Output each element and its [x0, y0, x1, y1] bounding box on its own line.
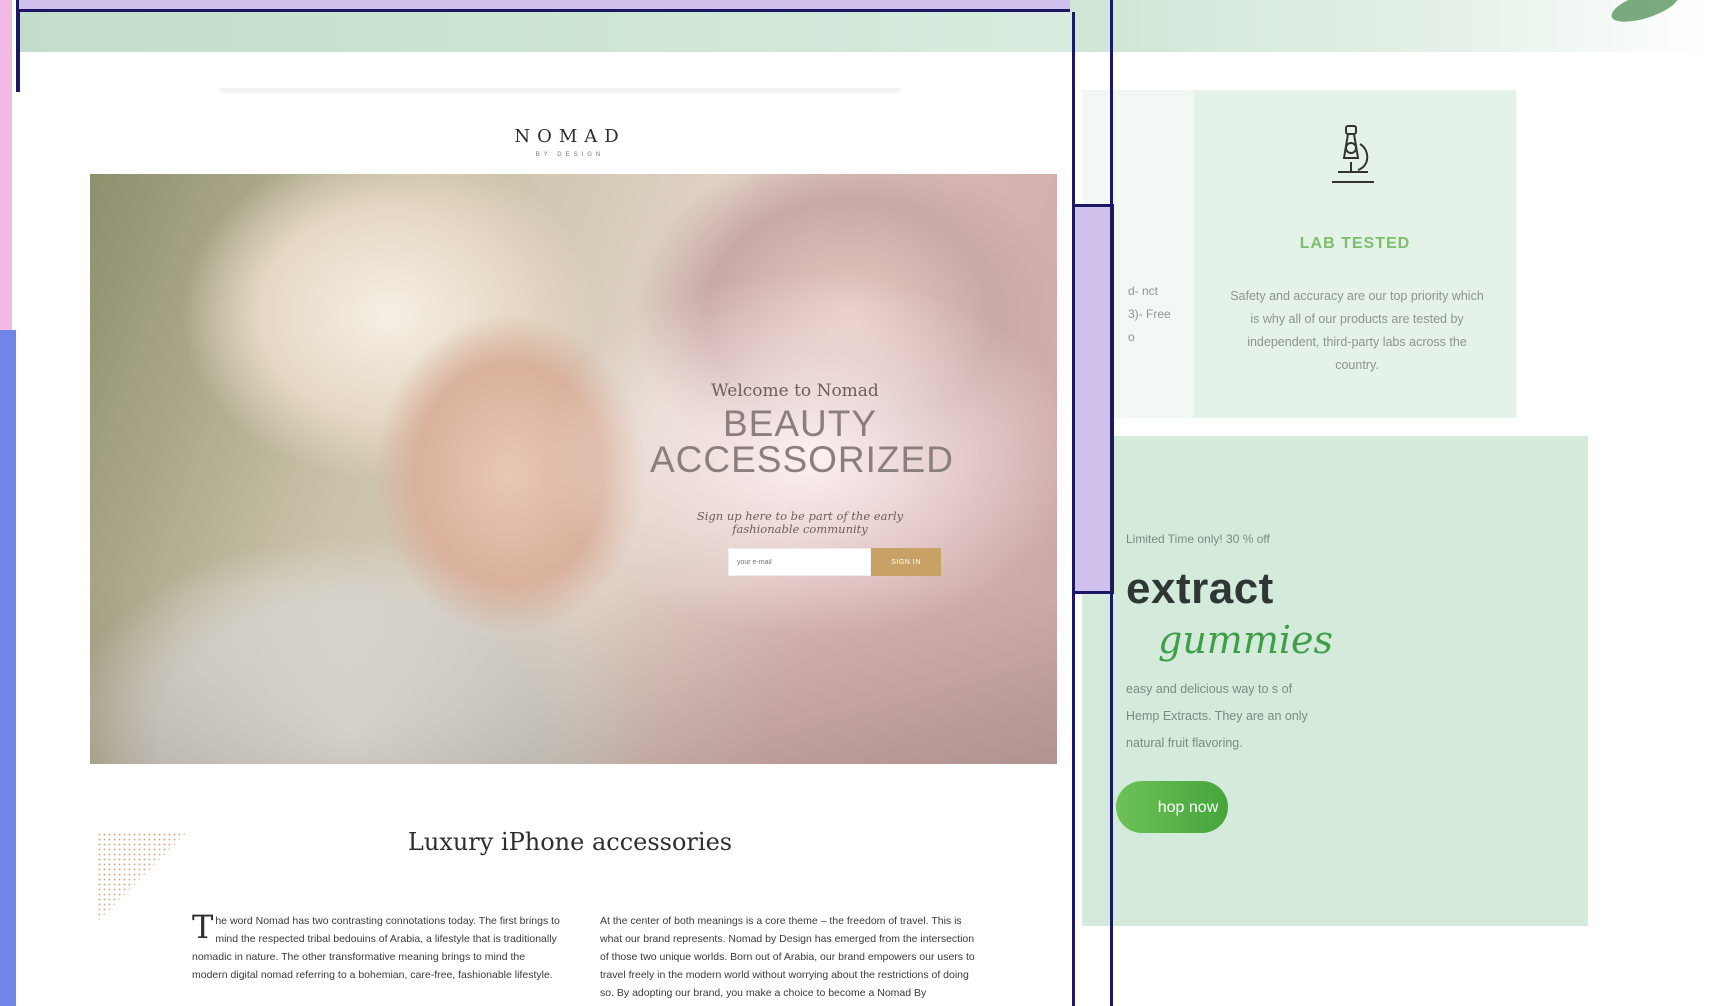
mid-lilac-panel: [1072, 204, 1114, 594]
frame-line-bottom: [1072, 594, 1075, 1006]
left-pink-edge: [0, 0, 12, 330]
hero-title: BEAUTY ACCESSORIZED: [650, 403, 953, 478]
hero-subtitle-line2: fashionable community: [732, 522, 868, 536]
promo-offer-text: Limited Time only! 30 % off: [1126, 532, 1270, 546]
dotted-triangle-decoration: [97, 832, 187, 922]
intro-left-text: he word Nomad has two contrasting connot…: [192, 915, 560, 981]
nomad-page: NOMAD BY DESIGN Welcome to Nomad BEAUTY …: [20, 12, 1072, 1006]
feature-card-lab-tested: LAB TESTED Safety and accuracy are our t…: [1194, 90, 1516, 418]
feature-card-partial-text: d- nct 3)- Free o: [1128, 284, 1171, 344]
top-lilac-bar: [16, 0, 1112, 12]
nomad-logo-subtitle: BY DESIGN: [535, 152, 605, 158]
nomad-logo[interactable]: NOMAD: [490, 126, 650, 147]
sign-in-button[interactable]: SIGN IN: [871, 548, 941, 576]
shop-now-button[interactable]: hop now: [1116, 781, 1228, 833]
hero-banner: Welcome to Nomad BEAUTY ACCESSORIZED Sig…: [90, 174, 1057, 764]
right-product-page: d- nct 3)- Free o LAB TESTED Safety and …: [1070, 0, 1713, 1006]
lab-tested-title: LAB TESTED: [1299, 235, 1411, 252]
promo-description: easy and delicious way to s of Hemp Extr…: [1126, 682, 1308, 750]
promo-card: Limited Time only! 30 % off extract gumm…: [1082, 436, 1588, 926]
left-blue-edge: [0, 330, 16, 1006]
signup-form: SIGN IN: [728, 548, 941, 576]
lab-tested-text: Safety and accuracy are our top priority…: [1230, 289, 1484, 372]
intro-column-right: At the center of both meanings is a core…: [600, 915, 975, 999]
frame-right-line: [1110, 0, 1113, 1006]
hero-title-line1: BEAUTY: [722, 403, 878, 444]
hero-subtitle: Sign up here to be part of the early fas…: [680, 510, 920, 536]
intro-column-left: The word Nomad has two contrasting conno…: [192, 908, 562, 984]
promo-script-text: gummies: [1158, 618, 1334, 662]
hero-subtitle-line1: Sign up here to be part of the early: [696, 509, 904, 523]
microscope-icon: [1332, 125, 1374, 183]
hero-welcome-text: Welcome to Nomad: [711, 381, 879, 401]
nomad-divider-strip: [220, 88, 900, 93]
hero-title-line2: ACCESSORIZED: [650, 439, 954, 480]
section-title: Luxury iPhone accessories: [407, 828, 733, 856]
nomad-top-banner: [20, 12, 1072, 52]
promo-headline: extract: [1126, 564, 1274, 613]
frame-line-top: [1072, 12, 1075, 204]
email-input[interactable]: [728, 548, 871, 576]
drop-cap: T: [192, 908, 214, 946]
